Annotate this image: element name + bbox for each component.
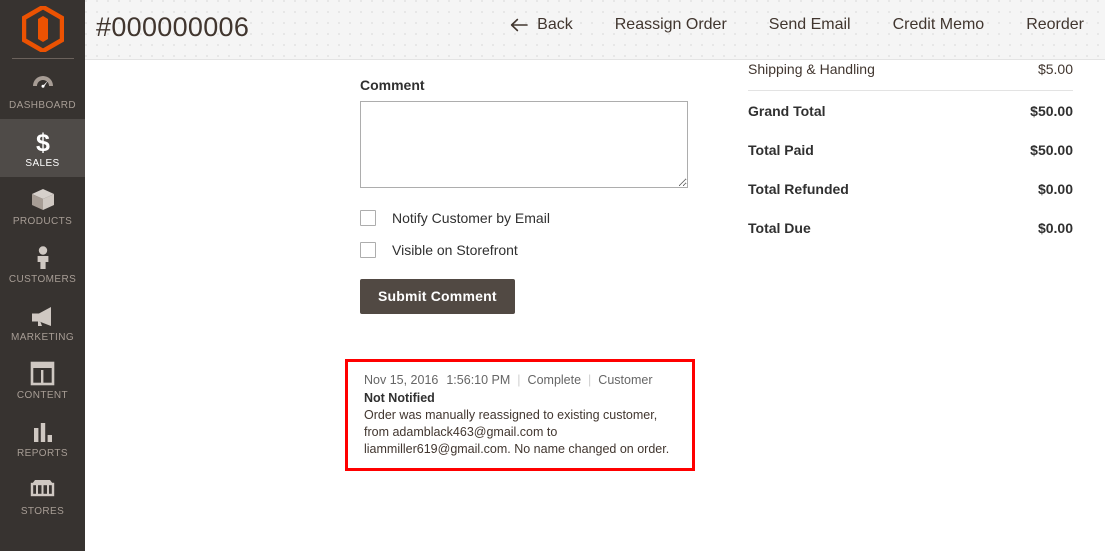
note-time: 1:56:10 PM <box>446 373 511 387</box>
sidebar-item-products[interactable]: PRODUCTS <box>0 177 85 235</box>
send-email-label: Send Email <box>768 16 851 33</box>
total-value: $0.00 <box>1037 219 1073 236</box>
comment-label: Comment <box>360 77 425 93</box>
magento-logo-icon <box>21 6 64 52</box>
total-row-total-refunded: Total Refunded $0.00 <box>748 169 1073 208</box>
total-label: Shipping & Handling <box>748 61 875 77</box>
magento-admin-order-view: DASHBOARD $ SALES PRODUCTS CUSTOMERS MAR… <box>0 0 1105 551</box>
visible-storefront-checkbox-row[interactable]: Visible on Storefront <box>360 242 700 258</box>
note-date: Nov 15, 2016 <box>364 373 439 387</box>
page-header: #000000006 Back Reassign Order Send Emai… <box>85 0 1105 60</box>
total-value: $0.00 <box>1037 180 1073 197</box>
total-label: Total Paid <box>748 141 814 158</box>
note-notified-status: Not Notified <box>364 390 435 405</box>
sidebar-item-marketing[interactable]: MARKETING <box>0 293 85 351</box>
total-row-grand-total: Grand Total $50.00 <box>748 91 1073 130</box>
dashboard-gauge-icon <box>2 70 83 97</box>
total-value: $5.00 <box>1037 61 1073 77</box>
total-label: Grand Total <box>748 102 826 119</box>
sidebar-item-label: MARKETING <box>10 332 75 343</box>
header-action-buttons: Back Reassign Order Send Email Credit Me… <box>489 13 1105 37</box>
sidebar-item-label: STORES <box>20 506 65 517</box>
sidebar-item-label: CUSTOMERS <box>8 274 77 285</box>
sidebar-item-sales[interactable]: $ SALES <box>0 119 85 177</box>
total-label: Total Due <box>748 219 811 236</box>
note-visibility: Customer <box>598 373 653 387</box>
note-meta-row: Nov 15, 2016 1:56:10 PM | Complete | Customer <box>364 372 680 389</box>
sidebar-item-customers[interactable]: CUSTOMERS <box>0 235 85 293</box>
storefront-icon <box>2 476 83 503</box>
sidebar-item-label: SALES <box>25 158 60 169</box>
page-title: #000000006 <box>96 12 250 42</box>
order-history-note: Nov 15, 2016 1:56:10 PM | Complete | Customer… <box>345 359 695 472</box>
reorder-button[interactable]: Reorder <box>1005 13 1105 37</box>
send-email-button[interactable]: Send Email <box>748 13 872 37</box>
comment-form: Comment Notify Customer by Email Visible… <box>360 77 700 314</box>
arrow-left-icon <box>510 18 528 32</box>
svg-text:$: $ <box>36 129 50 155</box>
visible-storefront-label: Visible on Storefront <box>392 242 518 258</box>
person-icon <box>2 244 83 271</box>
dollar-sign-icon: $ <box>2 128 83 155</box>
admin-sidebar: DASHBOARD $ SALES PRODUCTS CUSTOMERS MAR… <box>0 0 85 551</box>
total-label: Total Refunded <box>748 180 849 197</box>
back-button-label: Back <box>537 16 573 33</box>
submit-comment-button[interactable]: Submit Comment <box>360 279 515 314</box>
sidebar-item-label: CONTENT <box>16 390 69 401</box>
sidebar-item-label: PRODUCTS <box>12 216 73 227</box>
total-row-total-due: Total Due $0.00 <box>748 208 1073 247</box>
total-row-shipping: Shipping & Handling $5.00 <box>748 61 1073 86</box>
total-value: $50.00 <box>1030 141 1073 158</box>
megaphone-icon <box>2 302 83 329</box>
order-totals-panel: Shipping & Handling $5.00 Grand Total $5… <box>748 61 1073 247</box>
note-status: Complete <box>527 373 582 387</box>
notify-customer-checkbox-row[interactable]: Notify Customer by Email <box>360 210 700 226</box>
sidebar-item-stores[interactable]: STORES <box>0 467 85 525</box>
sidebar-divider <box>11 58 74 59</box>
notify-customer-label: Notify Customer by Email <box>392 210 550 226</box>
reorder-label: Reorder <box>1026 16 1084 33</box>
credit-memo-button[interactable]: Credit Memo <box>872 13 1006 37</box>
comment-input[interactable] <box>360 101 688 188</box>
credit-memo-label: Credit Memo <box>892 16 985 33</box>
visible-storefront-checkbox[interactable] <box>360 242 376 258</box>
bar-chart-icon <box>2 418 83 445</box>
total-row-total-paid: Total Paid $50.00 <box>748 130 1073 169</box>
sidebar-item-content[interactable]: CONTENT <box>0 351 85 409</box>
box-icon <box>2 186 83 213</box>
reassign-order-label: Reassign Order <box>614 16 727 33</box>
layout-page-icon <box>2 360 83 387</box>
sidebar-item-label: REPORTS <box>17 448 68 459</box>
total-value: $50.00 <box>1030 102 1073 119</box>
reassign-order-button[interactable]: Reassign Order <box>594 13 748 37</box>
sidebar-item-label: DASHBOARD <box>9 100 76 111</box>
back-button[interactable]: Back <box>489 13 594 37</box>
note-separator-2: | <box>588 373 592 387</box>
notify-customer-checkbox[interactable] <box>360 210 376 226</box>
note-body-text: Order was manually reassigned to existin… <box>364 407 670 456</box>
sidebar-item-reports[interactable]: REPORTS <box>0 409 85 467</box>
note-separator-1: | <box>517 373 521 387</box>
order-view-content: Comment Notify Customer by Email Visible… <box>85 61 1105 551</box>
magento-logo[interactable] <box>0 0 85 58</box>
sidebar-item-dashboard[interactable]: DASHBOARD <box>0 61 85 119</box>
